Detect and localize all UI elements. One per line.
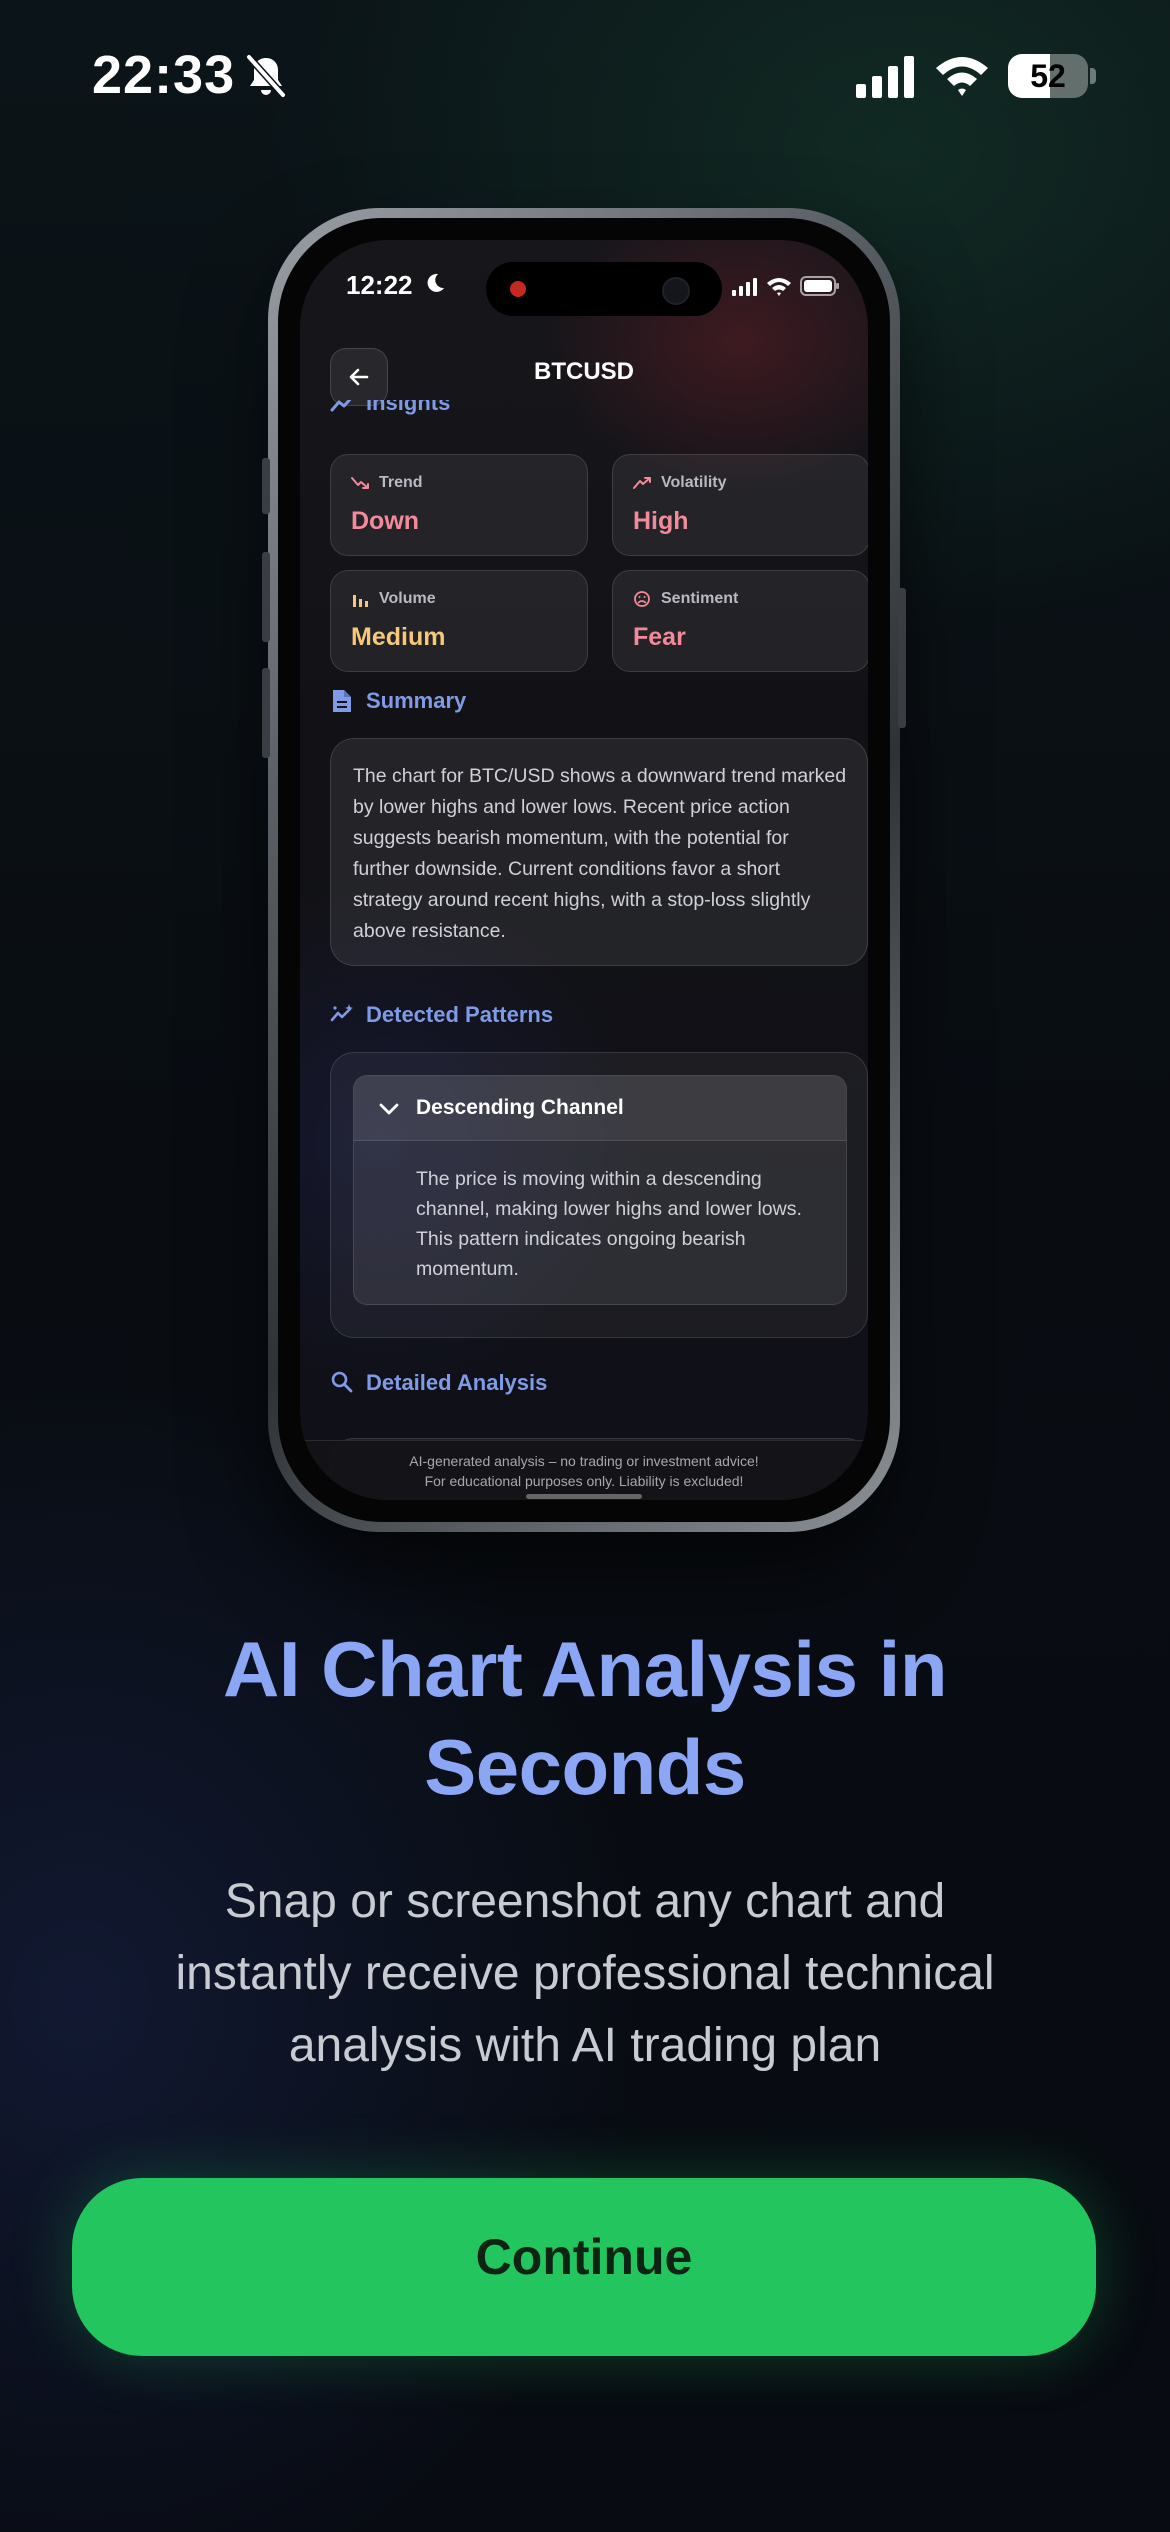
summary-text: The chart for BTC/USD shows a downward t… — [353, 765, 847, 942]
bell-muted-icon — [246, 54, 286, 98]
mockup-status-time: 12:22 — [346, 270, 413, 300]
pattern-description: The price is moving within a descending … — [416, 1168, 802, 1280]
mockup-wifi-icon — [767, 278, 791, 296]
insight-card-volume: Volume Medium — [330, 570, 588, 672]
continue-button[interactable]: Continue — [72, 2178, 1096, 2356]
onboarding-headline: AI Chart Analysis in Seconds — [60, 1620, 1110, 1816]
onboarding-subtext: Snap or screenshot any chart and instant… — [100, 1866, 1070, 2082]
phone-side-button — [898, 588, 906, 728]
mockup-battery-icon — [800, 276, 839, 296]
app-screen: 12:22 BTCUSD Insights Trend Down Volatil… — [300, 240, 868, 1500]
headline-line-1: AI Chart Analysis in — [223, 1625, 947, 1713]
cellular-signal-icon — [856, 56, 914, 98]
chevron-down-icon — [379, 1103, 399, 1115]
home-indicator — [526, 1494, 642, 1499]
camera-icon — [662, 277, 690, 305]
section-heading-summary: Summary — [330, 688, 630, 718]
sparkle-chart-icon — [330, 1004, 353, 1022]
phone-mockup: 12:22 BTCUSD Insights Trend Down Volatil… — [262, 208, 906, 1532]
moon-icon — [427, 273, 444, 292]
insight-card-sentiment: Sentiment Fear — [612, 570, 868, 672]
insight-value: High — [633, 507, 689, 535]
insight-label: Volatility — [661, 474, 727, 491]
sad-face-icon — [634, 591, 650, 607]
headline-line-2: Seconds — [424, 1723, 746, 1811]
summary-heading-label: Summary — [366, 688, 467, 713]
pattern-accordion-item[interactable]: Descending Channel The price is moving w… — [353, 1075, 847, 1305]
battery-cap — [1090, 68, 1096, 84]
pattern-title: Descending Channel — [416, 1096, 624, 1119]
insight-card-volatility: Volatility High — [612, 454, 868, 556]
dynamic-island — [486, 262, 722, 316]
document-icon — [333, 690, 351, 712]
trend-up-icon — [633, 477, 651, 489]
continue-button-label: Continue — [475, 2229, 693, 2285]
summary-card: The chart for BTC/USD shows a downward t… — [330, 738, 868, 966]
insight-card-trend: Trend Down — [330, 454, 588, 556]
wifi-icon — [936, 57, 988, 96]
disclaimer-line-1: AI-generated analysis – no trading or in… — [409, 1453, 759, 1469]
detailed-analysis-heading-label: Detailed Analysis — [366, 1370, 548, 1395]
insight-label: Trend — [379, 474, 423, 491]
phone-action-button — [262, 458, 270, 514]
trend-down-icon — [351, 477, 369, 489]
insight-label: Volume — [379, 590, 436, 607]
page-title: BTCUSD — [534, 358, 634, 385]
search-icon — [331, 1371, 353, 1393]
insight-value: Fear — [633, 623, 686, 651]
battery-indicator: 52 — [1008, 54, 1088, 98]
phone-volume-up-button — [262, 552, 270, 642]
subtext-line-3: analysis with AI trading plan — [288, 2019, 882, 2072]
section-heading-patterns: Detected Patterns — [330, 1002, 690, 1032]
subtext-line-2: instantly receive professional technical — [175, 1947, 995, 2000]
insight-value: Down — [351, 507, 420, 535]
status-time: 22:33 — [92, 45, 236, 105]
subtext-line-1: Snap or screenshot any chart and — [224, 1875, 946, 1928]
status-bar: 22:33 52 — [0, 0, 1170, 150]
mockup-signal-icon — [732, 278, 757, 296]
insight-label: Sentiment — [661, 590, 739, 607]
section-heading-detailed-analysis: Detailed Analysis — [330, 1370, 690, 1400]
phone-volume-down-button — [262, 668, 270, 758]
patterns-heading-label: Detected Patterns — [366, 1002, 554, 1027]
bar-chart-icon — [353, 595, 368, 607]
recording-dot-icon — [510, 281, 526, 297]
pattern-accordion-header[interactable]: Descending Channel — [354, 1076, 846, 1141]
disclaimer-line-2: For educational purposes only. Liability… — [424, 1473, 744, 1489]
patterns-card: Descending Channel The price is moving w… — [330, 1052, 868, 1338]
disclaimer-bar: AI-generated analysis – no trading or in… — [300, 1440, 868, 1500]
insight-value: Medium — [351, 623, 446, 651]
battery-percent: 52 — [1030, 58, 1066, 94]
